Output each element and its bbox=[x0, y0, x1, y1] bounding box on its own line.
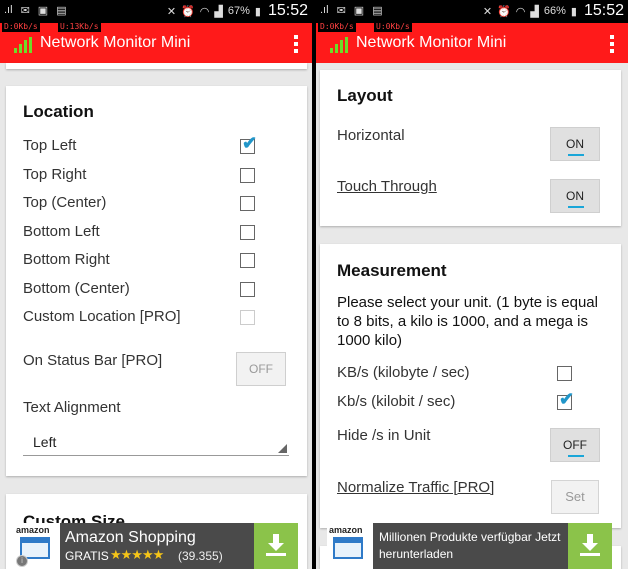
file-icon: ▤ bbox=[372, 5, 383, 17]
status-bar-toggle[interactable]: OFF bbox=[236, 352, 286, 386]
ad-title: Amazon Shopping bbox=[65, 529, 196, 546]
signal-bars-icon bbox=[14, 37, 32, 53]
measurement-description: Please select your unit. (1 byte is equa… bbox=[337, 294, 598, 349]
app-title: Network Monitor Mini bbox=[356, 34, 507, 51]
layout-card: Layout Horizontal ON Touch Through ON bbox=[320, 70, 621, 226]
download-speed-overlay: D:0Kb/s bbox=[2, 22, 40, 32]
unit-checkbox-kilobit[interactable]: ✔ bbox=[557, 390, 574, 410]
mute-icon: ✕ bbox=[482, 5, 493, 18]
battery-percent: 67% bbox=[227, 5, 250, 17]
overflow-menu-icon[interactable] bbox=[294, 35, 298, 53]
status-bar: .ıl ✉ ▣ ▤ ✕ ⏰ ◠ ▟ 67% ▮ 15:52 bbox=[0, 0, 312, 23]
upload-speed-overlay: U:13Kb/s bbox=[58, 22, 101, 32]
location-checkbox-top-right[interactable] bbox=[240, 168, 255, 183]
ad-banner[interactable]: amazon i Amazon Shopping GRATIS ★★★★★ (3… bbox=[14, 523, 298, 569]
ad-price: GRATIS bbox=[65, 549, 109, 563]
battery-percent: 66% bbox=[543, 5, 566, 17]
wifi-icon: ◠ bbox=[199, 5, 210, 18]
notification-icon: ▣ bbox=[353, 5, 365, 17]
checkmark-icon: ✔ bbox=[242, 133, 258, 153]
status-bar: .ıl ✉ ▣ ▤ ✕ ⏰ ◠ ▟ 66% ▮ 15:52 bbox=[316, 0, 628, 23]
location-checkbox-bottom-left[interactable] bbox=[240, 225, 255, 240]
unit-checkbox-kilobyte[interactable] bbox=[557, 366, 572, 381]
signal-icon: .ıl bbox=[4, 4, 13, 16]
mail-icon: ✉ bbox=[20, 5, 30, 17]
rating-count: (39.355) bbox=[178, 549, 223, 563]
signal-icon: .ıl bbox=[320, 4, 329, 16]
signal-bars-icon bbox=[330, 37, 348, 53]
location-checkbox-bottom-center[interactable] bbox=[240, 282, 255, 297]
ad-info-icon[interactable]: i bbox=[16, 555, 28, 567]
location-option-label[interactable]: Bottom (Center) bbox=[23, 280, 130, 297]
shopping-cart-icon bbox=[333, 537, 363, 559]
layout-heading: Layout bbox=[337, 86, 393, 105]
location-checkbox-top-left[interactable]: ✔ bbox=[240, 134, 257, 154]
battery-icon: ▮ bbox=[254, 5, 261, 18]
normalize-traffic-label: Normalize Traffic [PRO] bbox=[337, 479, 495, 496]
upload-speed-overlay: U:0Kb/s bbox=[374, 22, 412, 32]
ad-banner[interactable]: amazon Millionen Produkte verfügbar Jetz… bbox=[327, 523, 612, 569]
app-bar: Network Monitor Mini bbox=[0, 23, 312, 63]
alarm-icon: ⏰ bbox=[181, 5, 195, 18]
touch-through-toggle[interactable]: ON bbox=[550, 179, 600, 213]
file-icon: ▤ bbox=[56, 5, 67, 17]
clock: 15:52 bbox=[583, 2, 624, 19]
location-option-label[interactable]: Top Left bbox=[23, 137, 76, 154]
hide-unit-toggle[interactable]: OFF bbox=[550, 428, 600, 462]
battery-icon: ▮ bbox=[570, 5, 577, 18]
download-button[interactable] bbox=[568, 523, 612, 569]
location-option-label[interactable]: Top (Center) bbox=[23, 194, 106, 211]
measurement-heading: Measurement bbox=[337, 261, 447, 280]
mute-icon: ✕ bbox=[166, 5, 177, 18]
location-option-label[interactable]: Bottom Left bbox=[23, 223, 100, 240]
rating-stars-icon: ★★★★★ bbox=[110, 547, 164, 562]
download-icon bbox=[266, 534, 286, 556]
text-alignment-value: Left bbox=[33, 434, 57, 450]
left-screen: .ıl ✉ ▣ ▤ ✕ ⏰ ◠ ▟ 67% ▮ 15:52 D:0Kb/s U:… bbox=[0, 0, 312, 569]
measurement-card: Measurement Please select your unit. (1 … bbox=[320, 244, 621, 528]
dropdown-arrow-icon bbox=[278, 444, 287, 453]
cell-signal-icon: ▟ bbox=[214, 5, 223, 18]
touch-through-label[interactable]: Touch Through bbox=[337, 178, 437, 195]
mail-icon: ✉ bbox=[336, 5, 346, 17]
right-screen: .ıl ✉ ▣ ▤ ✕ ⏰ ◠ ▟ 66% ▮ 15:52 D:0Kb/s U:… bbox=[316, 0, 628, 569]
location-option-label: Custom Location [PRO] bbox=[23, 308, 181, 325]
location-option-label[interactable]: Top Right bbox=[23, 166, 86, 183]
location-card: Location Top Left ✔ Top Right Top (Cente… bbox=[6, 86, 307, 476]
clock: 15:52 bbox=[267, 2, 308, 19]
hide-unit-label: Hide /s in Unit bbox=[337, 427, 431, 444]
location-heading: Location bbox=[23, 102, 94, 121]
horizontal-label: Horizontal bbox=[337, 127, 405, 144]
download-button[interactable] bbox=[254, 523, 298, 569]
unit-option-label[interactable]: KB/s (kilobyte / sec) bbox=[337, 364, 470, 381]
alarm-icon: ⏰ bbox=[497, 5, 511, 18]
cell-signal-icon: ▟ bbox=[530, 5, 539, 18]
ad-message: Millionen Produkte verfügbar Jetzt herun… bbox=[379, 530, 561, 561]
status-bar-option-label: On Status Bar [PRO] bbox=[23, 352, 163, 369]
wifi-icon: ◠ bbox=[515, 5, 526, 18]
download-speed-overlay: D:0Kb/s bbox=[318, 22, 356, 32]
location-option-label[interactable]: Bottom Right bbox=[23, 251, 110, 268]
amazon-logo-icon: amazon bbox=[327, 523, 373, 569]
horizontal-toggle[interactable]: ON bbox=[550, 127, 600, 161]
app-bar: Network Monitor Mini bbox=[316, 23, 628, 63]
app-title: Network Monitor Mini bbox=[40, 34, 191, 51]
location-checkbox-bottom-right[interactable] bbox=[240, 253, 255, 268]
notification-icon: ▣ bbox=[37, 5, 49, 17]
download-icon bbox=[580, 534, 600, 556]
checkmark-icon: ✔ bbox=[559, 389, 575, 409]
previous-card-edge bbox=[6, 63, 307, 69]
unit-option-label[interactable]: Kb/s (kilobit / sec) bbox=[337, 393, 455, 410]
set-button: Set bbox=[551, 480, 599, 514]
text-alignment-dropdown[interactable]: Left bbox=[23, 430, 289, 456]
location-checkbox-top-center[interactable] bbox=[240, 196, 255, 211]
location-checkbox-custom bbox=[240, 310, 255, 325]
overflow-menu-icon[interactable] bbox=[610, 35, 614, 53]
text-alignment-label: Text Alignment bbox=[23, 399, 121, 416]
